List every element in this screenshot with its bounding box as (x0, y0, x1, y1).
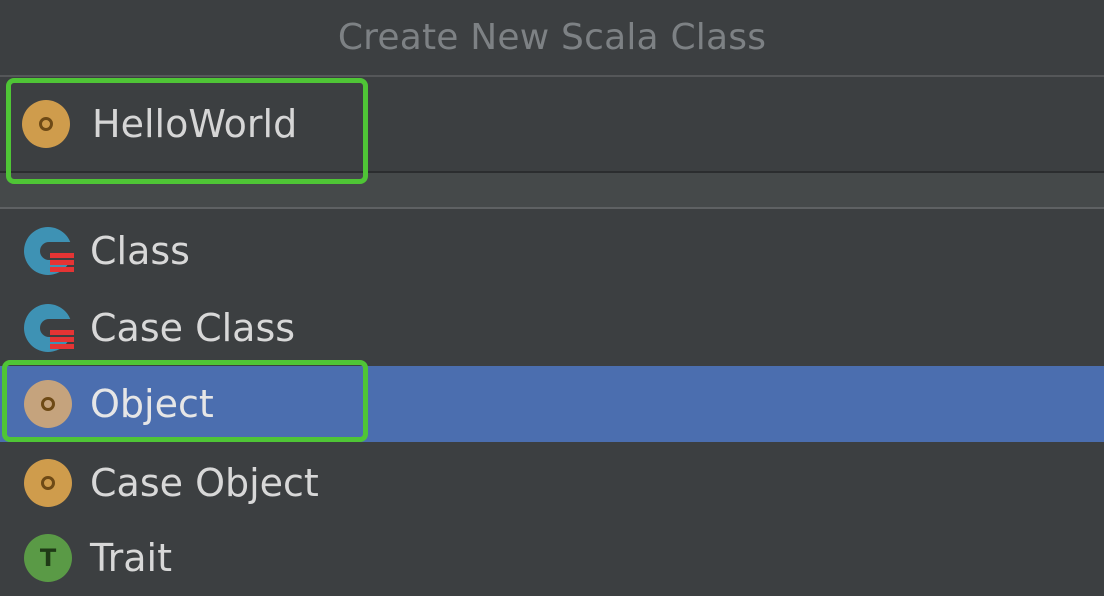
kind-item-class[interactable]: Class (0, 213, 1104, 289)
create-scala-class-dialog: Create New Scala Class HelloWorld Class … (0, 0, 1104, 596)
kind-item-case-class[interactable]: Case Class (0, 290, 1104, 366)
kind-item-label: Case Object (90, 461, 319, 505)
kind-item-label: Trait (90, 536, 172, 580)
kind-list: Class Case Class Object Case Object T Tr… (0, 209, 1104, 596)
scala-object-icon (22, 100, 70, 148)
class-name-value: HelloWorld (92, 102, 298, 146)
kind-item-case-object[interactable]: Case Object (0, 445, 1104, 521)
kind-item-object[interactable]: Object (0, 366, 1104, 442)
scala-object-icon (24, 380, 72, 428)
kind-item-label: Class (90, 229, 190, 273)
separator (0, 173, 1104, 209)
scala-case-object-icon (24, 459, 72, 507)
class-name-input[interactable]: HelloWorld (0, 77, 1104, 171)
kind-item-trait[interactable]: T Trait (0, 520, 1104, 596)
scala-class-icon (24, 227, 74, 275)
scala-case-class-icon (24, 304, 74, 352)
dialog-title: Create New Scala Class (337, 17, 767, 58)
scala-trait-icon: T (24, 534, 72, 582)
dialog-title-bar: Create New Scala Class (0, 0, 1104, 77)
kind-item-label: Case Class (90, 306, 296, 350)
kind-item-label: Object (90, 382, 214, 426)
name-row: HelloWorld (0, 77, 1104, 173)
